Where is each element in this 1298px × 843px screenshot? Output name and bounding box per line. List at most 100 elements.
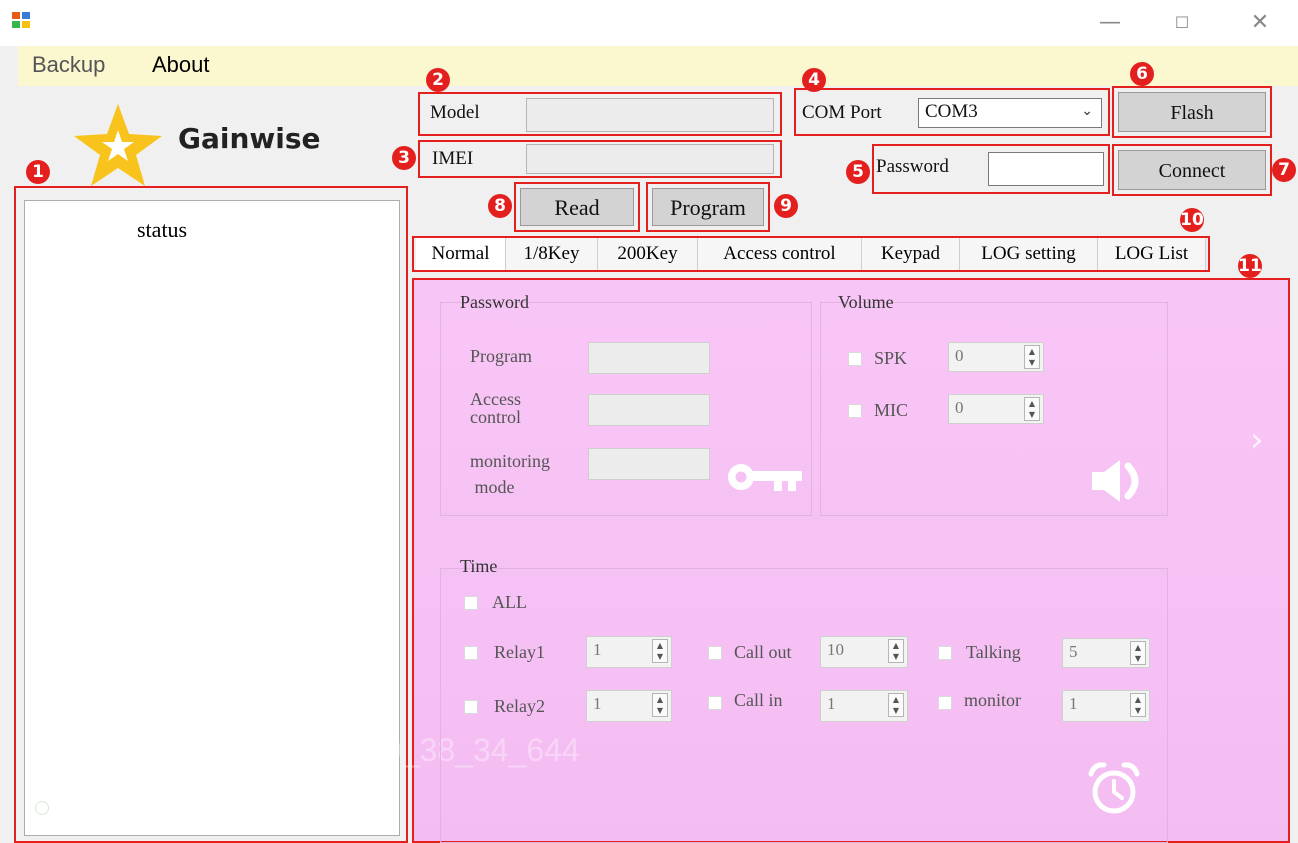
badge-10: 10 (1180, 208, 1204, 232)
badge-11: 11 (1238, 254, 1262, 278)
menu-backup[interactable]: Backup (32, 52, 105, 78)
tab-access-control[interactable]: Access control (698, 238, 862, 270)
badge-6: 6 (1130, 62, 1154, 86)
menu-about[interactable]: About (152, 52, 210, 78)
all-checkbox[interactable] (464, 596, 478, 610)
spin-arrows-icon: ▲ ▼ (1024, 397, 1040, 421)
status-title: status (137, 217, 188, 242)
spk-checkbox[interactable] (848, 352, 862, 366)
model-field[interactable] (526, 98, 774, 132)
talking-checkbox[interactable] (938, 646, 952, 660)
volume-group-title: Volume (838, 292, 894, 312)
alarm-clock-icon (1088, 762, 1140, 814)
tab-normal[interactable]: Normal (416, 238, 506, 270)
com-port-select[interactable]: COM3 ⌄ (918, 98, 1102, 128)
minimize-button[interactable]: — (1090, 6, 1130, 40)
monitoring-password-label: monitoring mode (470, 451, 550, 497)
tab-log-list[interactable]: LOG List (1098, 238, 1206, 270)
relay2-stepper[interactable]: 1 ▲ ▼ (586, 690, 672, 722)
badge-8: 8 (488, 194, 512, 218)
com-port-value: COM3 (925, 101, 978, 122)
monitor-checkbox[interactable] (938, 696, 952, 710)
chevron-right-icon[interactable]: › (1250, 420, 1264, 460)
normal-tab-panel: 9_38_34_644 Password Program Access contr… (384, 278, 1290, 843)
chevron-down-icon: ⌄ (1081, 103, 1093, 119)
spin-arrows-icon: ▲ ▼ (888, 693, 904, 717)
imei-label: IMEI (432, 148, 474, 169)
access-password-field[interactable] (588, 394, 710, 426)
speaker-icon (1092, 460, 1139, 502)
imei-frame: IMEI (418, 140, 782, 178)
close-button[interactable]: ✕ (1240, 6, 1280, 40)
gainwise-logo-icon (74, 104, 162, 186)
time-group-title: Time (460, 556, 498, 576)
status-indicator (35, 801, 49, 815)
password-frame: Password (872, 144, 1110, 194)
program-password-label: Program (470, 346, 532, 366)
tab-1-8key[interactable]: 1/8Key (506, 238, 598, 270)
monitor-label: monitor (964, 690, 1021, 710)
monitor-stepper[interactable]: 1 ▲ ▼ (1062, 690, 1150, 722)
spin-arrows-icon: ▲ ▼ (888, 639, 904, 663)
badge-3: 3 (392, 146, 416, 170)
com-port-frame: COM Port COM3 ⌄ (794, 88, 1110, 136)
app-icon (12, 12, 30, 28)
relay2-label: Relay2 (494, 696, 545, 716)
tab-keypad[interactable]: Keypad (862, 238, 960, 270)
tab-200key[interactable]: 200Key (598, 238, 698, 270)
connect-frame: Connect (1112, 144, 1272, 196)
badge-5: 5 (846, 160, 870, 184)
program-password-field[interactable] (588, 342, 710, 374)
program-button[interactable]: Program (652, 188, 764, 226)
tab-log-setting[interactable]: LOG setting (960, 238, 1098, 270)
password-group-title: Password (460, 292, 530, 312)
spin-arrows-icon: ▲ ▼ (1024, 345, 1040, 369)
key-icon (728, 464, 802, 491)
monitoring-password-field[interactable] (588, 448, 710, 480)
spin-arrows-icon: ▲ ▼ (1130, 641, 1146, 665)
maximize-button[interactable]: ☐ (1162, 6, 1202, 40)
callin-stepper[interactable]: 1 ▲ ▼ (820, 690, 908, 722)
relay2-checkbox[interactable] (464, 700, 478, 714)
model-label: Model (430, 102, 480, 123)
relay1-checkbox[interactable] (464, 646, 478, 660)
read-frame: Read (514, 182, 640, 232)
time-group (440, 568, 1168, 843)
flash-frame: Flash (1112, 86, 1272, 138)
imei-field[interactable] (526, 144, 774, 174)
program-frame: Program (646, 182, 770, 232)
spin-arrows-icon: ▲ ▼ (652, 693, 668, 717)
read-button[interactable]: Read (520, 188, 634, 226)
callout-label: Call out (734, 642, 792, 662)
password-input[interactable] (988, 152, 1104, 186)
badge-1: 1 (26, 160, 50, 184)
password-label: Password (876, 156, 949, 177)
mic-label: MIC (874, 400, 909, 420)
mic-checkbox[interactable] (848, 404, 862, 418)
talking-stepper[interactable]: 5 ▲ ▼ (1062, 638, 1150, 668)
mic-stepper[interactable]: 0 ▲ ▼ (948, 394, 1044, 424)
badge-7: 7 (1272, 158, 1296, 182)
callout-checkbox[interactable] (708, 646, 722, 660)
status-panel: status (24, 200, 400, 836)
relay1-stepper[interactable]: 1 ▲ ▼ (586, 636, 672, 668)
spin-arrows-icon: ▲ ▼ (652, 639, 668, 663)
all-label: ALL (492, 592, 527, 612)
flash-button[interactable]: Flash (1118, 92, 1266, 132)
talking-label: Talking (966, 642, 1021, 662)
callin-checkbox[interactable] (708, 696, 722, 710)
spin-arrows-icon: ▲ ▼ (1130, 693, 1146, 717)
connect-button[interactable]: Connect (1118, 150, 1266, 190)
badge-2: 2 (426, 68, 450, 92)
relay1-label: Relay1 (494, 642, 545, 662)
callout-stepper[interactable]: 10 ▲ ▼ (820, 636, 908, 668)
access-password-label: Access control (470, 389, 521, 427)
logo-text: Gainwise (178, 122, 321, 155)
badge-9: 9 (774, 194, 798, 218)
model-frame: Model (418, 92, 782, 136)
spk-stepper[interactable]: 0 ▲ ▼ (948, 342, 1044, 372)
callin-label: Call in (734, 690, 783, 710)
menu-bar (18, 46, 1298, 86)
spk-label: SPK (874, 348, 908, 368)
com-port-label: COM Port (802, 102, 882, 123)
